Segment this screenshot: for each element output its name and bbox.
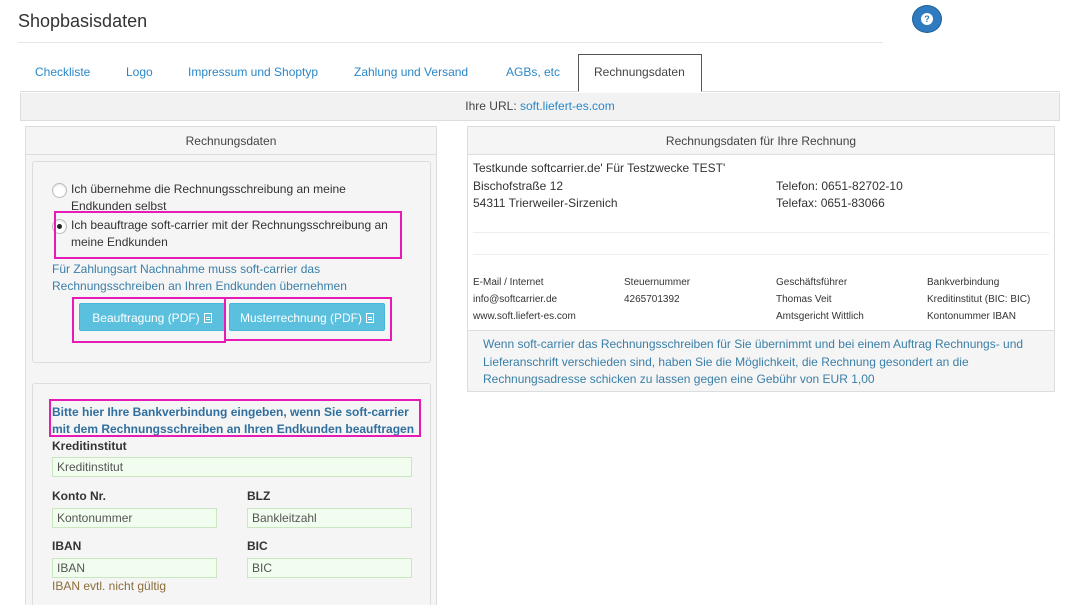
billing-panel: Rechnungsdaten Ich übernehme die Rechnun… <box>25 126 437 605</box>
invoice-city: 54311 Trierweiler-Sirzenich <box>473 196 618 210</box>
iban-warning: IBAN evtl. nicht gültig <box>52 579 167 593</box>
radio-button[interactable] <box>52 183 67 198</box>
footer-heading: Steuernummer <box>624 277 691 288</box>
tab-agbs[interactable]: AGBs, etc <box>491 54 575 91</box>
footer-value: Kreditinstitut (BIC: BIC) <box>927 294 1031 305</box>
tab-zahlung[interactable]: Zahlung und Versand <box>339 54 483 91</box>
bic-label: BIC <box>247 539 268 553</box>
highlight-box <box>224 297 392 341</box>
invoice-company: Testkunde softcarrier.de' Für Testzwecke… <box>473 161 726 175</box>
page-title: Shopbasisdaten <box>18 11 148 31</box>
kreditinstitut-label: Kreditinstitut <box>52 439 127 453</box>
invoice-note: Wenn soft-carrier das Rechnungsschreiben… <box>483 337 1024 386</box>
tab-checkliste[interactable]: Checkliste <box>20 54 105 91</box>
konto-label: Konto Nr. <box>52 489 106 503</box>
iban-input[interactable]: IBAN <box>52 558 217 578</box>
footer-heading: Geschäftsführer <box>776 277 848 288</box>
radio-label: Ich übernehme die Rechnungsschreibung an… <box>71 182 346 213</box>
bank-details-well: Bitte hier Ihre Bankverbindung eingeben,… <box>32 383 431 605</box>
footer-heading: Bankverbindung <box>927 277 1000 288</box>
help-button[interactable]: ? <box>912 5 942 33</box>
konto-input[interactable]: Kontonummer <box>52 508 217 528</box>
invoice-preview: Testkunde softcarrier.de' Für Testzwecke… <box>468 155 1054 331</box>
footer-heading: E-Mail / Internet <box>473 277 544 288</box>
tab-rechnungsdaten[interactable]: Rechnungsdaten <box>578 54 702 92</box>
footer-value: 4265701392 <box>624 294 680 305</box>
url-bar: Ihre URL: soft.liefert-es.com <box>20 93 1060 121</box>
highlight-box <box>72 297 226 343</box>
highlight-box <box>49 399 421 437</box>
invoice-phone: Telefon: 0651-82702-10 <box>776 179 903 193</box>
title-divider <box>18 42 883 43</box>
iban-label: IBAN <box>52 539 82 553</box>
invoice-divider <box>473 232 1049 233</box>
footer-value: info@softcarrier.de <box>473 294 558 305</box>
invoice-fax: Telefax: 0651-83066 <box>776 196 885 210</box>
billing-panel-title: Rechnungsdaten <box>26 127 436 155</box>
bic-input[interactable]: BIC <box>247 558 412 578</box>
cod-info-text: Für Zahlungsart Nachnahme muss soft-carr… <box>52 262 347 293</box>
question-icon: ? <box>921 13 933 25</box>
url-label: Ihre URL: <box>465 99 517 113</box>
tab-bar: Checkliste Logo Impressum und Shoptyp Za… <box>20 54 1060 92</box>
invoice-panel-title: Rechnungsdaten für Ihre Rechnung <box>468 127 1054 155</box>
footer-value: www.soft.liefert-es.com <box>473 311 576 322</box>
highlight-box <box>54 211 402 259</box>
blz-input[interactable]: Bankleitzahl <box>247 508 412 528</box>
kreditinstitut-input[interactable]: Kreditinstitut <box>52 457 412 477</box>
invoice-preview-panel: Rechnungsdaten für Ihre Rechnung Testkun… <box>467 126 1055 392</box>
footer-value: Amtsgericht Wittlich <box>776 311 864 322</box>
invoice-divider <box>473 254 1049 255</box>
blz-label: BLZ <box>247 489 271 503</box>
invoice-street: Bischofstraße 12 <box>473 179 564 193</box>
billing-option-well: Ich übernehme die Rechnungsschreibung an… <box>32 161 431 363</box>
footer-value: Thomas Veit <box>776 294 832 305</box>
tab-logo[interactable]: Logo <box>111 54 168 91</box>
footer-value: Kontonummer IBAN <box>927 311 1016 322</box>
tab-impressum[interactable]: Impressum und Shoptyp <box>173 54 333 91</box>
shop-url-link[interactable]: soft.liefert-es.com <box>520 99 615 113</box>
